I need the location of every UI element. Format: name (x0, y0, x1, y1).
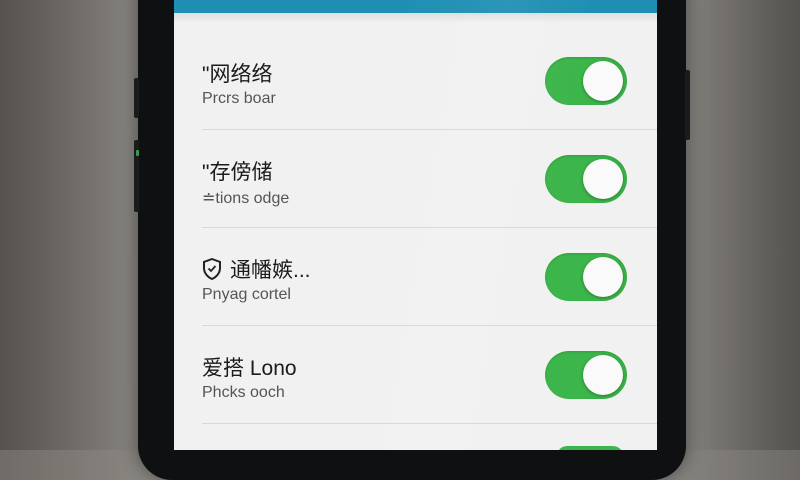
setting-title: "存傍储 (202, 161, 273, 184)
setting-row[interactable]: 通幡嫉... Pnyag cortel (174, 228, 657, 326)
setting-row[interactable]: "网络络 Prcrs boar (174, 32, 657, 130)
settings-screen: "网络络 Prcrs boar "存傍储 ≐tions odge 通幡嫉... … (174, 0, 657, 450)
setting-subtitle: Phcks ooch (202, 384, 285, 401)
app-bar (174, 0, 657, 13)
setting-title: 通幡嫉... (230, 259, 311, 282)
setting-toggle[interactable] (545, 57, 627, 105)
setting-toggle[interactable] (545, 253, 627, 301)
setting-title: 爱搭 Lono (202, 357, 297, 380)
setting-subtitle: Pnyag cortel (202, 286, 291, 303)
indicator-light (136, 150, 139, 156)
setting-title-container: 通幡嫉... (202, 254, 311, 286)
setting-title: "网络络 (202, 63, 273, 86)
toggle-knob (583, 61, 623, 101)
divider (202, 423, 657, 424)
toggle-knob (583, 159, 623, 199)
volume-up-button (134, 78, 139, 118)
setting-subtitle: Prcrs boar (202, 90, 276, 107)
setting-subtitle: ≐tions odge (202, 190, 290, 207)
setting-row[interactable]: 爱搭 Lono Phcks ooch (174, 326, 657, 424)
setting-toggle-partial[interactable] (557, 446, 623, 450)
setting-toggle[interactable] (545, 155, 627, 203)
shield-icon (202, 257, 222, 286)
setting-toggle[interactable] (545, 351, 627, 399)
toggle-knob (583, 257, 623, 297)
background-right (685, 0, 800, 450)
power-button (685, 70, 690, 140)
background-left (0, 0, 140, 450)
toggle-knob (583, 355, 623, 395)
setting-row[interactable]: "存傍储 ≐tions odge (174, 130, 657, 228)
